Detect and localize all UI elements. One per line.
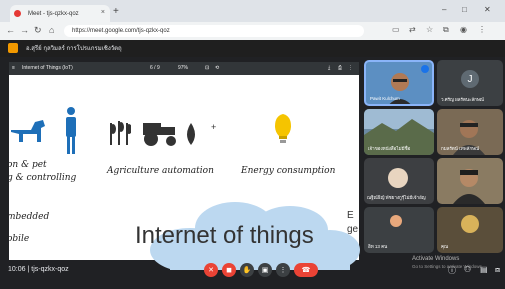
pdf-fit-icon[interactable]: ⊡ [205,65,209,71]
participant-name: เจ้าของหนังสือไม่มีชื่อ [368,146,411,151]
dog-icon [11,120,45,142]
menu-icon[interactable]: ⋮ [478,25,486,34]
pdf-doc-title: Internet of Things (IoT) [22,65,73,71]
participant-tile-8[interactable]: คุณ [437,207,503,253]
meeting-code: tjs-qzkx-qoz [31,266,69,273]
profile-icon[interactable]: ◉ [460,25,467,34]
slide-label-embedded: mbedded [9,212,50,222]
participant-tile-7[interactable]: อิท 13 คน [364,207,434,253]
wheat-icon [110,121,131,145]
pdf-rotate-icon[interactable]: ⟲ [215,65,219,71]
plus-glyph: + [211,122,217,132]
new-tab-button[interactable]: + [113,6,119,17]
address-bar[interactable]: https://meet.google.com/tjs-qzkx-qoz [64,25,364,37]
pdf-print-icon[interactable]: ⎙ [338,65,342,71]
participant-tile-2[interactable]: J ว.ศรัญ ผลรัตนะลักษณ์ [437,60,503,106]
slide-label-mobile: obile [9,234,30,244]
meet-header-title: อ.สุรีย์ กุลวิมลร์ การโปรแกรมเชิงวัตถุ [26,46,122,52]
participant-name: ว.ศรัญ ผลรัตนะลักษณ์ [441,97,484,102]
avatar: J [461,70,479,88]
pdf-more-icon[interactable]: ⋮ [348,65,353,71]
participant-tile-4[interactable]: กมลรัตน์ เทพลักษณ์ [437,109,503,155]
more-options-icon[interactable]: ⋮ [276,263,290,277]
person-icon [66,107,76,154]
back-icon[interactable]: ← [6,25,15,35]
meet-logo-icon [8,43,18,53]
activities-icon[interactable]: ⧈ [495,265,500,275]
leave-call-icon[interactable]: ☎ [294,263,318,277]
maximize-button[interactable]: □ [462,5,467,14]
pdf-page-indicator[interactable]: 6 / 9 [150,65,160,71]
participant-video [453,169,485,204]
pdf-menu-icon[interactable]: ≡ [12,65,15,71]
participant-name: Pawit Kulchum [370,96,400,101]
pdf-download-icon[interactable]: ⤓ [328,65,330,71]
participant-name: กมลรัตน์ เทพลักษณ์ [441,146,480,151]
activate-windows-watermark: Activate Windows [412,256,460,262]
raise-hand-icon[interactable]: ✋ [240,263,254,277]
participant-tile-3[interactable]: เจ้าของหนังสือไม่มีชื่อ [364,109,434,155]
reload-icon[interactable]: ↻ [34,25,42,36]
meeting-info: 10:06 | tjs-qzkx-qoz [8,266,69,273]
tab-title: Meet - tjs-qzkx-qoz [28,10,79,17]
avatar [390,215,402,227]
forward-icon[interactable]: → [20,25,29,35]
avatar [388,168,408,188]
camera-off-icon[interactable]: ◼ [222,263,236,277]
slide-label-agriculture: Agriculture automation [107,166,214,176]
participant-name: คุณ [441,244,449,249]
close-window-button[interactable]: ✕ [484,5,491,14]
slide-label-energy: Energy consumption [241,166,336,176]
meeting-info-separator: | [27,266,30,273]
translate-icon[interactable]: ⇄ [409,25,416,34]
tractor-icon [143,123,176,146]
present-icon[interactable]: ▣ [258,263,272,277]
avatar [461,215,479,233]
cast-icon[interactable]: ▭ [392,25,400,34]
minus-glyph: - [191,124,194,133]
participant-tile-5[interactable]: ณฐิณ์ธิญ์ พัชยางกูรุ์ไม่มีเจ้าอัญ [364,158,434,204]
url-text: https://meet.google.com/tjs-qzkx-qoz [72,28,170,34]
participant-name: อิท 13 คน [368,244,388,249]
speaking-indicator-icon [421,65,429,73]
bookmark-star-icon[interactable]: ☆ [426,25,433,34]
info-icon[interactable]: ⓘ [448,265,456,276]
mic-off-icon[interactable]: ✕ [204,263,218,277]
recording-dot-icon [14,10,21,17]
slide-label-home-pet: on & pet [9,160,47,170]
meeting-time: 10:06 [8,266,26,273]
browser-tab[interactable]: Meet - tjs-qzkx-qoz × [10,5,110,22]
slide-label-monitoring: g & controlling [9,173,77,183]
minimize-button[interactable]: – [442,5,446,14]
light-bulb-icon [275,114,291,143]
slide-main-title: Internet of things [135,222,314,249]
droplet-icon [187,123,195,145]
chat-icon[interactable]: ▤ [480,265,488,274]
participant-name: ณฐิณ์ธิญ์ พัชยางกูรุ์ไม่มีเจ้าอัญ [367,195,426,200]
extensions-icon[interactable]: ⧉ [443,25,449,35]
pdf-zoom-level[interactable]: 97% [178,65,188,71]
participant-tile-6[interactable] [437,158,503,204]
people-icon[interactable]: ⚇ [464,265,471,274]
tab-close-icon[interactable]: × [101,9,105,16]
participant-tile-1[interactable]: Pawit Kulchum [364,60,434,106]
home-icon[interactable]: ⌂ [49,25,54,35]
